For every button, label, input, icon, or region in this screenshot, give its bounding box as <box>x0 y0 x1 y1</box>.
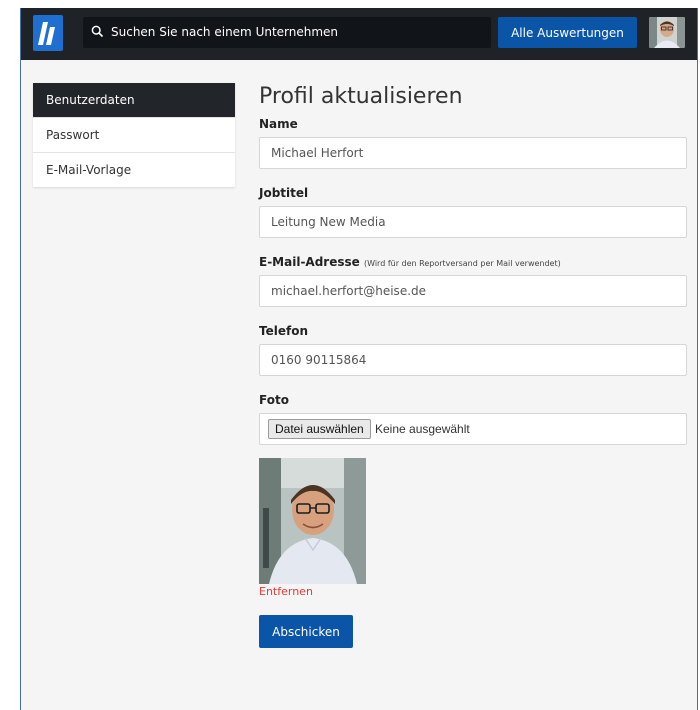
email-field[interactable]: michael.herfort@heise.de <box>259 275 687 307</box>
search-icon <box>91 25 104 41</box>
brand-logo-icon[interactable] <box>33 15 63 51</box>
name-field[interactable]: Michael Herfort <box>259 137 687 169</box>
photo-file-input: Datei auswählen Keine ausgewählt <box>259 413 687 445</box>
phone-label: Telefon <box>259 324 308 338</box>
file-status-text: Keine ausgewählt <box>375 422 470 436</box>
sidebar-item-passwort[interactable]: Passwort <box>33 117 235 152</box>
email-label-text: E-Mail-Adresse <box>259 255 360 269</box>
user-avatar[interactable] <box>649 17 685 48</box>
email-label: E-Mail-Adresse (Wird für den Reportversa… <box>259 255 561 269</box>
settings-sidebar: Benutzerdaten Passwort E-Mail-Vorlage <box>33 83 235 187</box>
all-reports-button[interactable]: Alle Auswertungen <box>498 17 637 48</box>
choose-file-button[interactable]: Datei auswählen <box>268 419 371 439</box>
company-search-input[interactable]: Suchen Sie nach einem Unternehmen <box>83 17 491 48</box>
profile-photo <box>259 458 366 584</box>
search-placeholder: Suchen Sie nach einem Unternehmen <box>111 25 339 39</box>
phone-field[interactable]: 0160 90115864 <box>259 344 687 376</box>
photo-label: Foto <box>259 393 289 407</box>
page-title: Profil aktualisieren <box>259 84 463 109</box>
submit-button[interactable]: Abschicken <box>259 615 353 648</box>
remove-photo-link[interactable]: Entfernen <box>259 585 313 598</box>
name-label: Name <box>259 117 298 131</box>
jobtitle-label: Jobtitel <box>259 186 309 200</box>
email-hint: (Wird für den Reportversand per Mail ver… <box>363 259 561 268</box>
sidebar-item-email-vorlage[interactable]: E-Mail-Vorlage <box>33 152 235 187</box>
sidebar-item-benutzerdaten[interactable]: Benutzerdaten <box>33 83 235 117</box>
jobtitle-field[interactable]: Leitung New Media <box>259 206 687 238</box>
top-navigation-bar: Suchen Sie nach einem Unternehmen Alle A… <box>21 8 697 60</box>
